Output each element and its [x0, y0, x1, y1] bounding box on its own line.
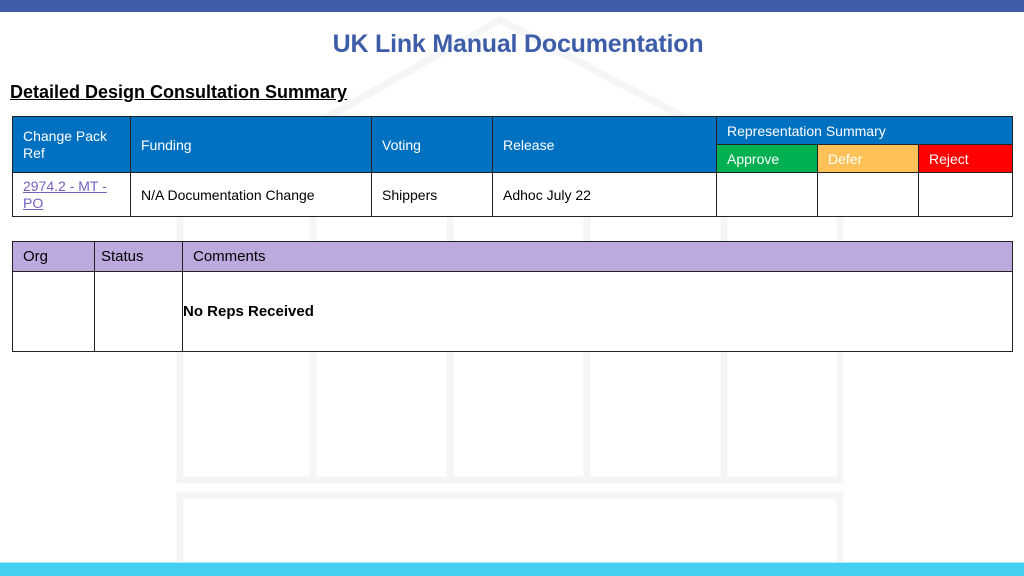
cell-comments: No Reps Received: [182, 271, 1013, 352]
consultation-summary-table: Change Pack Ref Funding Voting Release R…: [12, 116, 1014, 217]
change-pack-ref-link[interactable]: 2974.2 - MT - PO: [23, 178, 120, 212]
cell-change-pack-ref: 2974.2 - MT - PO: [12, 172, 131, 217]
footer-bar: [0, 562, 1024, 576]
cell-reject: [917, 172, 1014, 217]
cell-release: Adhoc July 22: [492, 172, 717, 217]
header-status: Status: [94, 241, 183, 272]
cell-voting: Shippers: [371, 172, 493, 217]
header-approve: Approve: [716, 144, 818, 173]
header-voting: Voting: [371, 116, 493, 173]
header-org: Org: [12, 241, 95, 272]
header-comments: Comments: [182, 241, 1013, 272]
header-funding: Funding: [130, 116, 372, 173]
top-banner-bar: [0, 0, 1024, 12]
table-row: No Reps Received: [12, 271, 1013, 352]
cell-org: [12, 271, 95, 352]
header-release: Release: [492, 116, 717, 173]
header-defer: Defer: [817, 144, 919, 173]
cell-funding: N/A Documentation Change: [130, 172, 372, 217]
section-heading: Detailed Design Consultation Summary: [10, 82, 348, 102]
cell-status: [94, 271, 183, 352]
header-change-pack-ref: Change Pack Ref: [12, 116, 131, 173]
header-representation-summary: Representation Summary: [715, 116, 1014, 145]
table-row: 2974.2 - MT - PO N/A Documentation Chang…: [12, 172, 1014, 217]
representations-table: Org Status Comments No Reps Received: [12, 241, 1013, 352]
header-reject: Reject: [917, 144, 1014, 173]
page-title: UK Link Manual Documentation: [332, 30, 704, 58]
cell-defer: [817, 172, 919, 217]
cell-approve: [716, 172, 818, 217]
